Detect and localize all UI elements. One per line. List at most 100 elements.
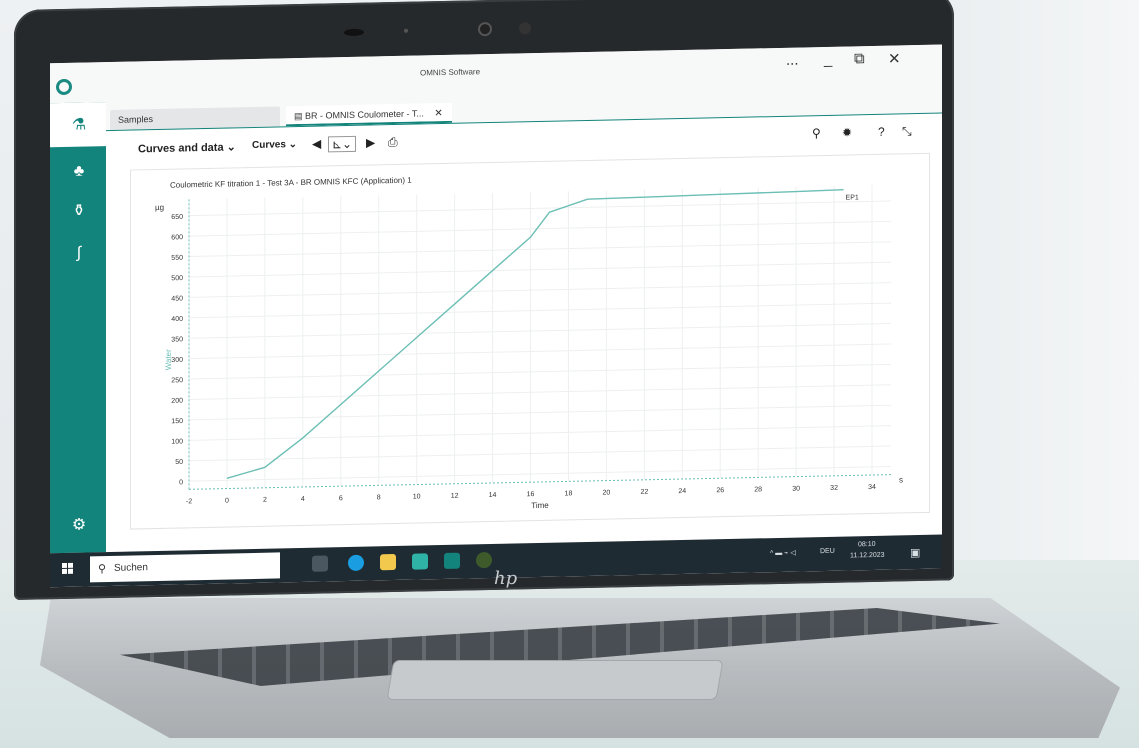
laptop-trackpad [386, 660, 724, 700]
settings-icon[interactable]: ⚙ [68, 514, 90, 536]
app-screen: OMNIS Software ... _ ⧉ ✕ ⚗ ♣ ⚱ ∫ ⚙ Sampl… [50, 44, 942, 588]
pipette-icon[interactable]: ⚲ [812, 126, 821, 140]
hp-logo: hp [494, 568, 518, 589]
x-tick-label: 20 [603, 490, 611, 497]
sidebar: ⚗ ♣ ⚱ ∫ ⚙ [50, 102, 106, 554]
search-icon: ⚲ [98, 563, 107, 576]
grid-line-y [189, 241, 891, 258]
window-title: OMNIS Software [420, 67, 481, 78]
x-tick-label: 14 [489, 492, 497, 499]
taskbar-search[interactable]: ⚲ Suchen [90, 552, 280, 583]
sample-vials-icon[interactable]: ⚱ [68, 200, 90, 222]
y-tick-label: 450 [171, 295, 183, 302]
x-axis [189, 474, 891, 490]
next-icon[interactable]: ▶ [366, 135, 375, 149]
tab-label: BR - OMNIS Coulometer - T... [305, 108, 424, 121]
y-tick-label: 150 [171, 418, 183, 425]
x-tick-label: 12 [451, 493, 459, 500]
laptop-lid: OMNIS Software ... _ ⧉ ✕ ⚗ ♣ ⚱ ∫ ⚙ Sampl… [14, 0, 954, 600]
formula-icon[interactable]: ∫ [68, 242, 90, 264]
tab-label: Samples [118, 114, 154, 125]
y-tick-label: 200 [171, 398, 183, 405]
y-tick-label: 100 [171, 438, 183, 445]
x-tick-label: 26 [716, 487, 724, 494]
x-tick-label: -2 [186, 498, 192, 505]
previous-icon[interactable]: ◀ [312, 137, 321, 151]
curves-and-data-label: Curves and data [138, 141, 224, 156]
curves-label: Curves [252, 139, 286, 152]
y-tick-label: 250 [171, 377, 183, 384]
more-options-button[interactable]: ... [786, 52, 799, 69]
y-axis-label: Water [164, 349, 173, 371]
omnis-logo-icon [56, 78, 72, 96]
task-view-icon[interactable] [312, 555, 328, 572]
x-tick-label: 6 [339, 495, 343, 502]
close-window-button[interactable]: ✕ [888, 49, 901, 67]
samples-icon: ⚗ [71, 116, 87, 134]
x-tick-label: 28 [754, 486, 762, 493]
y-tick-label: 400 [171, 316, 183, 323]
language-indicator[interactable]: DEU [820, 548, 835, 555]
x-tick-label: 0 [225, 497, 229, 504]
y-tick-label: 650 [171, 214, 183, 221]
x-tick-label: 22 [640, 489, 648, 496]
help-button[interactable]: ? [878, 125, 885, 139]
omnis-taskbar-icon[interactable] [444, 552, 460, 569]
grid-line-y [189, 363, 891, 380]
y-tick-label: 50 [175, 459, 183, 466]
edge-icon[interactable] [348, 554, 364, 572]
bug-icon[interactable]: ✹ [842, 125, 852, 139]
grid-line-y [189, 343, 891, 360]
sidebar-item-samples[interactable]: ⚗ [50, 102, 106, 148]
tray-icons[interactable]: ^ ▬ ⌁ ◁ [770, 549, 796, 558]
chart-area: -2 0 2 4 6 8 10 12 14 16 18 20 22 24 26 28 30 32 34 0 50 100 1… [130, 152, 930, 530]
grid-line-y [189, 404, 891, 421]
clock-time[interactable]: 08:10 [858, 541, 876, 548]
y-tick-label: 550 [171, 255, 183, 262]
document-icon: ▤ [294, 110, 306, 122]
hierarchy-icon[interactable]: ♣ [68, 160, 90, 182]
curve-type-dropdown[interactable]: ⊾⌄ [328, 135, 357, 153]
y-tick-label: 600 [171, 234, 183, 241]
endpoint-label: EP1 [846, 194, 859, 201]
y-tick-label: 500 [171, 275, 183, 282]
calendar-icon[interactable] [412, 553, 428, 570]
windows-start-icon[interactable] [62, 562, 74, 575]
grid-line-y [189, 465, 891, 482]
app-taskbar-icon[interactable] [476, 551, 492, 569]
grid-line-y [189, 384, 891, 400]
x-tick-label: 16 [527, 491, 535, 498]
x-tick-label: 30 [792, 486, 800, 493]
grid-line-y [189, 302, 891, 319]
titration-chart: -2 0 2 4 6 8 10 12 14 16 18 20 22 24 26 28 30 32 340501001… [155, 185, 903, 510]
x-axis-label: Time [531, 501, 549, 510]
y-unit-label: µg [155, 203, 164, 212]
curves-and-data-dropdown[interactable]: Curves and data ⌄ [138, 140, 236, 155]
notification-icon[interactable]: ▣ [910, 546, 920, 559]
webcam-bar [344, 20, 604, 39]
curves-dropdown[interactable]: Curves ⌄ [252, 139, 297, 151]
x-tick-label: 24 [678, 488, 686, 495]
collapse-icon[interactable]: ⤡ [902, 124, 912, 139]
x-tick-label: 4 [301, 496, 305, 503]
grid-line-y [189, 282, 891, 298]
grid-line-y [189, 200, 891, 217]
grid-line-y [189, 445, 891, 462]
close-tab-icon[interactable]: ✕ [434, 108, 442, 119]
x-tick-label: 8 [377, 494, 381, 501]
grid-line-y [189, 261, 891, 278]
x-tick-label: 34 [868, 484, 876, 491]
x-unit-label: s [899, 475, 903, 484]
clock-date[interactable]: 11.12.2023 [850, 552, 885, 560]
x-tick-label: 18 [565, 490, 573, 497]
y-tick-label: 350 [171, 336, 183, 343]
x-tick-label: 10 [413, 493, 421, 500]
export-icon[interactable]: ⎙ [388, 135, 398, 150]
grid-line-y [189, 323, 891, 339]
restore-button[interactable]: ⧉ [854, 50, 865, 67]
search-placeholder: Suchen [114, 562, 148, 574]
x-tick-label: 32 [830, 485, 838, 492]
minimize-button[interactable]: _ [824, 51, 832, 68]
grid-line-y [189, 425, 891, 441]
explorer-icon[interactable] [380, 553, 396, 571]
